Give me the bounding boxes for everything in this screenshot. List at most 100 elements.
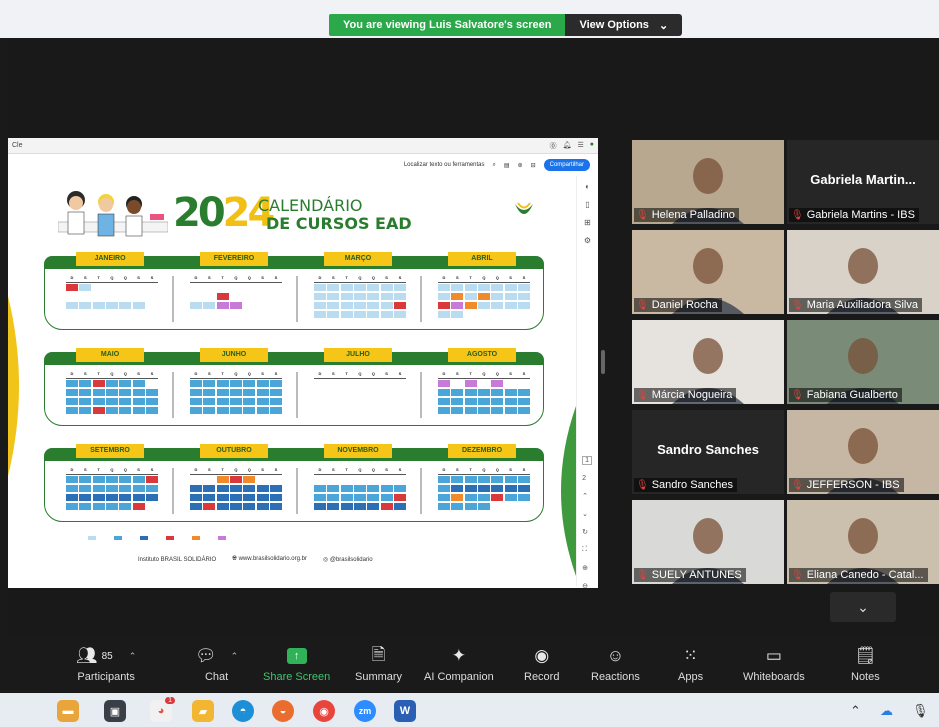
file-explorer-icon[interactable]: ▰ (192, 700, 214, 722)
share-screen-label: Share Screen (263, 671, 331, 683)
day-cell (269, 380, 282, 387)
day-cell (354, 476, 366, 483)
calendar-legend (88, 536, 226, 540)
day-cell (517, 284, 530, 291)
participant-tile[interactable]: Sandro Sanches 🎙︎ Sandro Sanches (632, 410, 784, 494)
viewing-banner: You are viewing Luis Salvatore's screen … (329, 14, 683, 36)
onedrive-icon[interactable]: ☁ (880, 703, 893, 719)
day-cell (438, 389, 450, 396)
month-label: NOVEMBRO (324, 444, 392, 458)
rotate-icon[interactable]: ↻ (582, 528, 592, 536)
participant-name-label: 🎙︎ Daniel Rocha (634, 298, 722, 312)
microphone-icon[interactable]: 🎙︎ (912, 703, 929, 719)
participant-tile[interactable]: 🎙︎ Fabiana Gualberto (787, 320, 939, 404)
day-cell (327, 503, 340, 510)
week-row (66, 398, 158, 406)
record-button[interactable]: ◉ Record (524, 646, 559, 683)
day-cell (269, 398, 282, 405)
chevron-up-icon[interactable]: ⌃ (850, 703, 861, 719)
weekday-label: Q (482, 275, 486, 280)
day-cell (438, 476, 450, 483)
apps-label: Apps (678, 671, 704, 683)
weekday-label: Q (358, 275, 362, 280)
month-label: OUTUBRO (200, 444, 268, 458)
day-cell (393, 494, 406, 501)
weekday-label: D (442, 371, 446, 376)
participant-tile[interactable]: 🎙︎ Daniel Rocha (632, 230, 784, 314)
chat-button[interactable]: 💬︎ ⌃ Chat (195, 646, 238, 683)
participant-name: Helena Palladino (651, 209, 735, 221)
edge-browser-icon[interactable]: ◓ (232, 700, 254, 722)
menu-icon: ☰ (577, 141, 584, 149)
day-cell (106, 284, 118, 291)
participant-tile[interactable]: Gabriela Martin... 🎙︎ Gabriela Martins - I… (787, 140, 939, 224)
chevron-up-icon[interactable]: ⌃ (231, 651, 239, 662)
day-cell (327, 311, 340, 318)
day-cell (380, 503, 393, 510)
participant-tile[interactable]: 🎙︎ Eliana Canedo - Catal... (787, 500, 939, 584)
word-app-icon[interactable]: W (394, 700, 416, 722)
weekday-label: S (522, 371, 526, 376)
calendar-month: JULHO D S T Q Q S S (302, 344, 422, 426)
day-cell (464, 494, 477, 501)
week-row (190, 302, 282, 310)
ai-companion-button[interactable]: ✦ AI Companion (424, 646, 494, 683)
month-separator (420, 372, 422, 418)
participants-button[interactable]: 👥︎ 85 ⌃ Participants (76, 646, 136, 683)
day-cell (243, 293, 255, 300)
split-resize-handle[interactable] (601, 350, 605, 374)
apps-button[interactable]: ⁙ Apps (678, 646, 703, 683)
day-cell (491, 398, 504, 405)
day-cell (256, 380, 269, 387)
day-cell (105, 476, 118, 483)
more-participants-button[interactable]: ⌄ (830, 592, 896, 622)
zoom-app-icon[interactable]: zm (354, 700, 376, 722)
day-cell (105, 302, 118, 309)
participant-tile[interactable]: 🎙︎ Maria Auxiliadora Silva (787, 230, 939, 314)
month-separator (420, 468, 422, 514)
day-cell (451, 311, 464, 318)
chevron-up-icon[interactable]: ⌃ (582, 492, 592, 500)
fit-page-icon[interactable]: ⛶ (582, 546, 592, 554)
notes-button[interactable]: 🗒︎ Notes (851, 646, 880, 683)
day-cell (451, 389, 464, 396)
toolbox-app-icon[interactable]: ▬ (57, 700, 79, 722)
participant-tile[interactable]: 🎙︎ JEFFERSON - IBS (787, 410, 939, 494)
month-separator (296, 468, 298, 514)
day-cell (190, 503, 202, 510)
day-cell (66, 494, 78, 501)
day-cell (216, 485, 229, 492)
reactions-button[interactable]: ☺ Reactions (591, 646, 640, 683)
day-cell (79, 407, 92, 414)
shared-screen[interactable]: Cle ⓪ 🔔︎ ☰ ● Localizar texto ou ferramen… (8, 138, 598, 588)
task-view-icon[interactable]: ▣ (104, 700, 126, 722)
day-cell (243, 494, 256, 501)
week-row (438, 293, 530, 301)
day-cell (203, 284, 215, 291)
day-cell (132, 485, 145, 492)
copilot-app-icon[interactable]: ◕ 1 (150, 697, 175, 722)
participant-tile[interactable]: 🎙︎ Helena Palladino (632, 140, 784, 224)
summary-button[interactable]: 🗎︎ Summary (355, 645, 402, 684)
weekday-label: S (509, 467, 512, 472)
chevron-up-icon[interactable]: ⌃ (129, 651, 137, 662)
whiteboards-button[interactable]: ▭ Whiteboards (743, 646, 805, 683)
day-cell (381, 398, 393, 405)
share-screen-button[interactable]: ↑ Share Screen (263, 646, 330, 683)
participant-tile[interactable]: 🎙︎ Márcia Nogueira (632, 320, 784, 404)
weekday-label: S (137, 371, 140, 376)
day-cell (353, 302, 366, 309)
participant-tile[interactable]: 🎙︎ SUELY ANTUNES (632, 500, 784, 584)
day-cell (477, 494, 490, 501)
chrome-icon[interactable]: ◉ (313, 700, 335, 722)
week-row (190, 311, 282, 319)
firefox-icon[interactable]: ◒ (272, 700, 294, 722)
view-options-button[interactable]: View Options ⌄ (565, 14, 683, 36)
day-cell (243, 284, 255, 291)
zoom-in-icon[interactable]: ⊕ (582, 564, 592, 572)
zoom-out-icon[interactable]: ⊖ (582, 582, 592, 588)
day-cell (243, 503, 256, 510)
day-cell (229, 485, 242, 492)
chevron-down-icon[interactable]: ⌄ (582, 510, 592, 518)
page-pager[interactable]: 1 2 ⌃ ⌄ ↻ ⛶ ⊕ ⊖ (582, 456, 592, 588)
